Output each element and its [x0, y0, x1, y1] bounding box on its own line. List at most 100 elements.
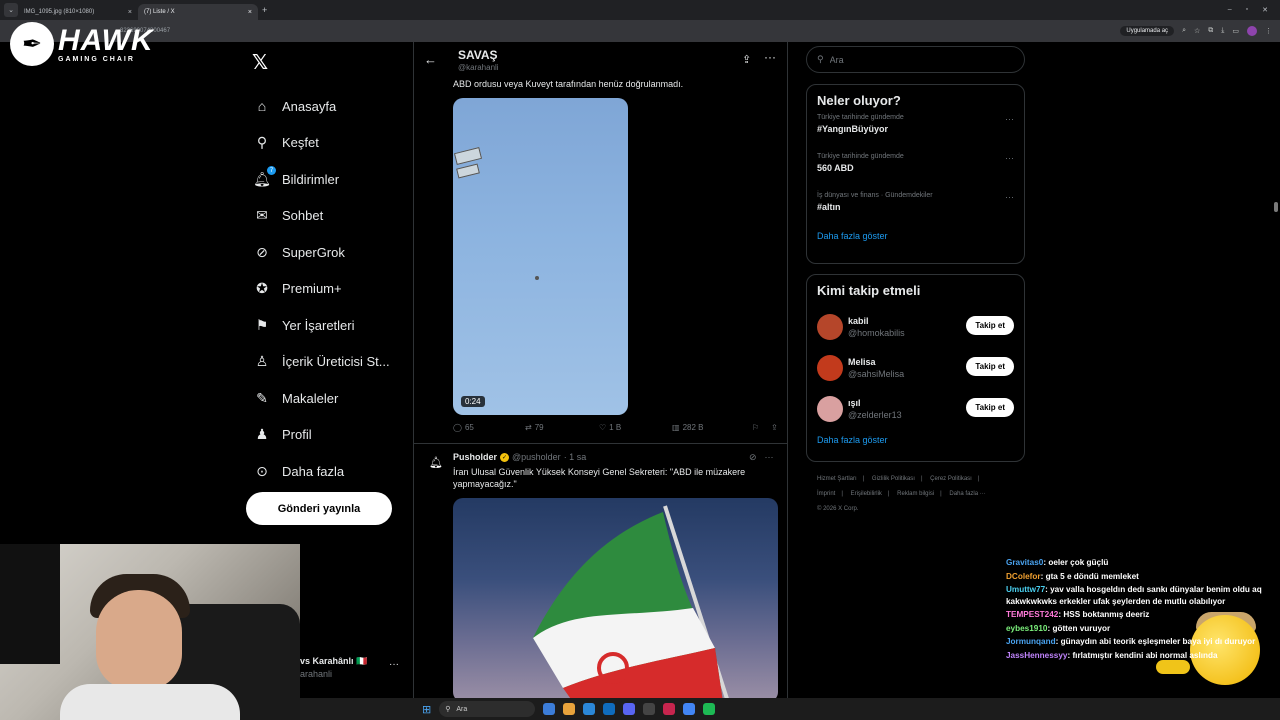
steam-icon[interactable] [643, 703, 656, 715]
avatar[interactable] [817, 354, 843, 381]
avatar[interactable] [817, 395, 843, 422]
trend-item[interactable]: İş dünyası ve finans · Gündemdekiler #al… [807, 186, 1024, 225]
sidebar-item-explore[interactable]: ⚲ Keşfet [254, 125, 390, 162]
footer-link[interactable]: Hizmet Şartları [817, 476, 857, 482]
creator-icon: ♙ [255, 353, 269, 370]
avatar[interactable]: 🔔︎ [427, 453, 445, 471]
footer-link[interactable]: İmprint [817, 491, 835, 497]
sidebar-item-creator-studio[interactable]: ♙ İçerik Üreticisi St... [254, 344, 390, 381]
more-options-icon[interactable]: ··· [1005, 192, 1014, 202]
follow-suggestion[interactable]: Melisa @sahsiMelisa Takip et [807, 347, 1024, 388]
footer-link[interactable]: Erişilebilirlik [851, 491, 882, 497]
sidebar-item-messages[interactable]: ✉ Sohbet [254, 198, 390, 235]
browser-tab-bar: ⌄ IMG_1095.jpg (810×1080) × (7) Liste / … [0, 0, 1280, 20]
author-handle[interactable]: @pusholder [512, 452, 561, 462]
footer-link[interactable]: Daha fazla ··· [949, 491, 985, 497]
sidebar-item-more[interactable]: ⊙ Daha fazla [254, 453, 390, 490]
back-arrow-icon[interactable]: ← [424, 52, 437, 67]
browser-tab-x[interactable]: (7) Liste / X × [138, 4, 258, 20]
avatar[interactable] [817, 313, 843, 340]
browser-tab-image[interactable]: IMG_1095.jpg (810×1080) × [18, 4, 138, 20]
footer-links: Hizmet Şartları | Gizlilik Politikası | Çe… [817, 472, 1017, 517]
profile-avatar[interactable] [1247, 26, 1257, 36]
menu-icon[interactable]: ⋮ [1265, 27, 1272, 35]
maximize-icon[interactable]: ▫ [1246, 6, 1248, 14]
show-more-link[interactable]: Daha fazla göster [807, 225, 1024, 253]
close-window-icon[interactable]: ✕ [1262, 6, 1268, 14]
follow-handle: @zelderler13 [848, 409, 902, 420]
show-more-link[interactable]: Daha fazla göster [807, 429, 1024, 457]
trend-context: İş dünyası ve finans · Gündemdekiler [817, 192, 933, 199]
follow-suggestion[interactable]: kabil @homokabilis Takip et [807, 306, 1024, 347]
sidebar-item-bookmarks[interactable]: ⚑ Yer İşaretleri [254, 307, 390, 344]
share-icon[interactable]: ⇪ [742, 53, 751, 66]
store-icon[interactable] [603, 703, 616, 715]
trend-item[interactable]: Türkiye tarihinde gündemde #YangınBüyüyo… [807, 108, 1024, 147]
follow-name: kabil [848, 315, 869, 326]
share-icon[interactable]: ⇪ [771, 423, 778, 432]
sidepanel-icon[interactable]: ▭ [1232, 27, 1239, 35]
more-options-icon[interactable]: ··· [389, 659, 399, 670]
divider [414, 443, 787, 444]
video-duration: 0:24 [461, 396, 485, 407]
x-logo-icon[interactable]: 𝕏 [252, 50, 268, 75]
post-button[interactable]: Gönderi yayınla [246, 492, 392, 525]
windows-start-icon[interactable]: ⊞ [422, 703, 431, 716]
open-in-app-pill[interactable]: Uygulamada aç [1120, 26, 1175, 36]
close-icon[interactable]: × [128, 9, 132, 16]
tweet-video[interactable]: 0:24 [453, 98, 628, 415]
chrome-icon[interactable] [683, 703, 696, 715]
follow-button[interactable]: Takip et [966, 398, 1014, 417]
new-tab-button[interactable]: + [262, 5, 267, 15]
tab-search-button[interactable]: ⌄ [4, 3, 18, 17]
footer-link[interactable]: Reklam bilgisi [897, 491, 934, 497]
sidebar-item-profile[interactable]: ♟ Profil [254, 417, 390, 454]
folder-icon[interactable] [563, 703, 576, 715]
more-options-icon[interactable]: ··· [1005, 153, 1014, 163]
sidebar-item-supergrok[interactable]: ⊘ SuperGrok [254, 234, 390, 271]
close-icon[interactable]: × [248, 9, 252, 16]
search-input[interactable] [829, 54, 1000, 65]
more-options-icon[interactable]: ··· [765, 452, 774, 463]
footer-link[interactable]: Gizlilik Politikası [872, 476, 915, 482]
follow-suggestion[interactable]: ışıl @zelderler13 Takip et [807, 388, 1024, 429]
footer-link[interactable]: Çerez Politikası [930, 476, 972, 482]
edge-icon[interactable] [583, 703, 596, 715]
streetlight-image [455, 150, 481, 186]
author-name[interactable]: Pusholder [453, 452, 497, 462]
account-name[interactable]: vs Karahânlı 🇮🇹 [300, 656, 367, 667]
scrollbar[interactable] [1274, 202, 1278, 212]
sidebar-item-home[interactable]: ⌂ Anasayfa [254, 88, 390, 125]
views-button[interactable]: ▥ 282 B [672, 423, 752, 432]
tweet-image[interactable] [453, 498, 778, 702]
account-handle[interactable]: arahanli [300, 669, 332, 679]
more-options-icon[interactable]: ··· [1005, 114, 1014, 124]
search-box[interactable]: ⚲ [806, 46, 1025, 73]
sidebar-item-notifications[interactable]: 🔔︎ 7 Bildirimler [253, 161, 390, 198]
more-options-icon[interactable]: ··· [764, 50, 776, 64]
taskbar-search[interactable]: ⚲ Ara [439, 701, 536, 717]
tweet-time[interactable]: · 1 sa [564, 452, 587, 462]
bookmark-icon[interactable]: ⚐ [752, 423, 771, 432]
app-icon[interactable] [663, 703, 676, 715]
retweet-button[interactable]: ⇄ 79 [525, 423, 599, 432]
discord-icon[interactable] [623, 703, 636, 715]
extensions-icon[interactable]: ⧉ [1208, 27, 1213, 35]
spotify-icon[interactable] [703, 703, 716, 715]
follow-button[interactable]: Takip et [966, 357, 1014, 376]
trend-item[interactable]: Türkiye tarihinde gündemde 560 ABD ··· [807, 147, 1024, 186]
sidebar-item-label: Makaleler [282, 390, 339, 406]
stream-chat: Gravitas0: oeler çok güçlü DColefor: gta… [1006, 557, 1274, 663]
sidebar-item-articles[interactable]: ✎ Makaleler [254, 380, 390, 417]
like-button[interactable]: ♡ 1 B [599, 423, 672, 432]
download-icon[interactable]: ⤓ [1221, 27, 1224, 35]
file-explorer-icon[interactable] [543, 703, 556, 715]
minimize-icon[interactable]: – [1228, 6, 1232, 14]
chat-user: eybes1910 [1006, 623, 1048, 633]
follow-button[interactable]: Takip et [966, 316, 1014, 335]
star-icon[interactable]: ☆ [1194, 27, 1200, 35]
sidebar-item-premium[interactable]: ✪ Premium+ [254, 271, 390, 308]
zoom-icon[interactable]: ⌕ [1182, 27, 1186, 35]
reply-button[interactable]: ◯ 65 [453, 423, 525, 432]
grok-icon[interactable]: ⊘ [749, 452, 757, 463]
